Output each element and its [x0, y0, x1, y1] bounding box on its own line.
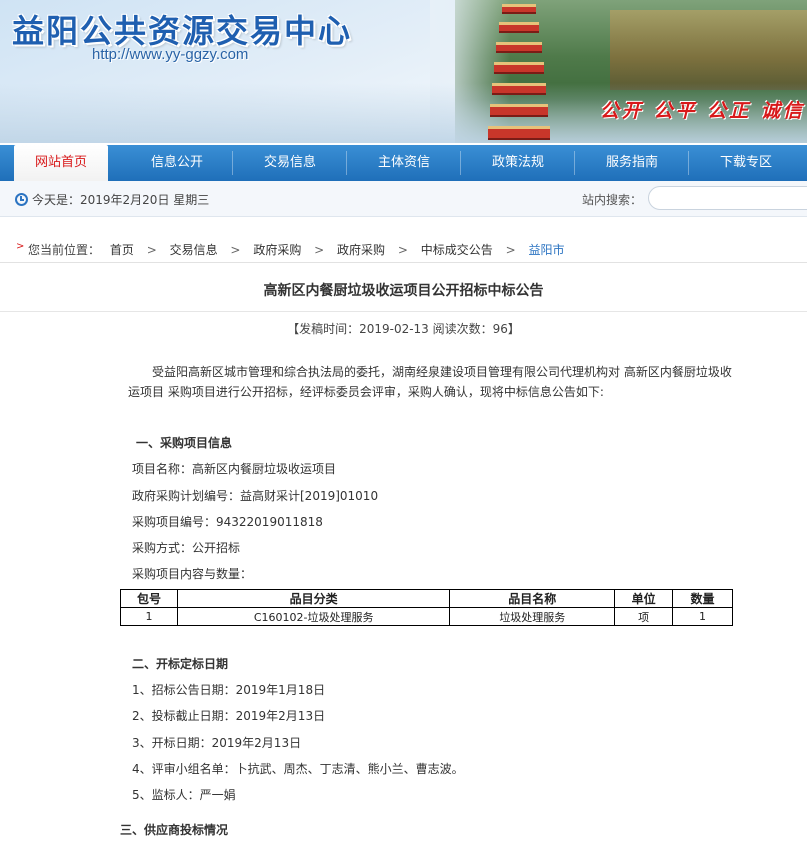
article-meta: 【发稿时间：2019-02-13 阅读次数：96】 [287, 322, 520, 336]
table-row: 1 C160102-垃圾处理服务 垃圾处理服务 项 1 [120, 607, 733, 626]
breadcrumb: > 您当前位置： 首页 > 交易信息 > 政府采购 > 政府采购 > 中标成交公… [0, 237, 807, 263]
nav-entity-credit[interactable]: 主体资信 [354, 145, 454, 181]
date-item: 3、开标日期：2019年2月13日 [132, 736, 302, 750]
breadcrumb-home[interactable]: 首页 [110, 241, 134, 258]
section2-title: 二、开标定标日期 [132, 657, 229, 671]
clock-icon [15, 193, 28, 206]
intro-paragraph: 受益阳高新区城市管理和综合执法局的委托，湖南经泉建设项目管理有限公司代理机构对 … [128, 365, 732, 399]
project-name: 项目名称：高新区内餐厨垃圾收运项目 [132, 462, 337, 476]
date-item: 1、招标公告日期：2019年1月18日 [132, 683, 326, 697]
date-item: 2、投标截止日期：2019年2月13日 [132, 709, 326, 723]
col-header-unit: 单位 [614, 589, 674, 608]
search-input[interactable] [648, 186, 807, 210]
chevron-right-icon: > [230, 243, 241, 257]
main-nav: 网站首页 信息公开 交易信息 主体资信 政策法规 服务指南 下载专区 [0, 143, 807, 183]
banner-roofs [610, 10, 807, 90]
cell-unit: 项 [614, 607, 674, 626]
cell-quantity: 1 [672, 607, 733, 626]
items-table: 包号 品目分类 品目名称 单位 数量 1 C160102-垃圾处理服务 垃圾处理… [120, 589, 733, 626]
section1-title: 一、采购项目信息 [136, 436, 233, 450]
pagoda-illustration [488, 0, 550, 143]
chevron-right-icon: > [505, 243, 516, 257]
chevron-right-icon: > [314, 243, 325, 257]
project-number: 采购项目编号：94322019011818 [132, 515, 323, 529]
site-url: http://www.yy-ggzy.com [92, 46, 249, 63]
nav-trade-info[interactable]: 交易信息 [240, 145, 340, 181]
date-item: 4、评审小组名单：卜抗武、周杰、丁志清、熊小兰、曹志波。 [132, 762, 464, 776]
today-date: 今天是：2019年2月20日 星期三 [32, 193, 210, 207]
cell-category: C160102-垃圾处理服务 [176, 607, 451, 626]
article-title: 高新区内餐厨垃圾收运项目公开招标中标公告 [263, 283, 544, 299]
breadcrumb-yiyang[interactable]: 益阳市 [529, 241, 565, 258]
table-header-row: 包号 品目分类 品目名称 单位 数量 [120, 589, 733, 608]
breadcrumb-marker-icon: > [16, 241, 25, 252]
section3-title: 三、供应商投标情况 [120, 823, 229, 837]
nav-downloads[interactable]: 下载专区 [696, 145, 796, 181]
nav-info-disclosure[interactable]: 信息公开 [127, 145, 227, 181]
col-header-package: 包号 [120, 589, 178, 608]
breadcrumb-prefix: 您当前位置： [28, 243, 101, 257]
breadcrumb-gov-procurement[interactable]: 政府采购 [253, 241, 301, 258]
breadcrumb-gov-procurement-2[interactable]: 政府采购 [337, 241, 385, 258]
date-item: 5、监标人：严一娟 [132, 788, 236, 802]
cell-package: 1 [120, 607, 178, 626]
chevron-right-icon: > [146, 243, 157, 257]
col-header-item-name: 品目名称 [449, 589, 616, 608]
nav-policies[interactable]: 政策法规 [468, 145, 568, 181]
breadcrumb-trade-info[interactable]: 交易信息 [170, 241, 218, 258]
content-label: 采购项目内容与数量： [132, 567, 253, 581]
col-header-category: 品目分类 [176, 589, 451, 608]
slogan: 公开 公平 公正 诚信 [600, 100, 805, 122]
chevron-right-icon: > [397, 243, 408, 257]
title-divider [0, 311, 807, 312]
nav-home[interactable]: 网站首页 [14, 145, 108, 183]
plan-number: 政府采购计划编号：益高财采计[2019]01010 [132, 489, 379, 503]
cell-item-name: 垃圾处理服务 [449, 607, 616, 626]
search-label: 站内搜索： [582, 193, 643, 207]
nav-service-guide[interactable]: 服务指南 [582, 145, 682, 181]
col-header-quantity: 数量 [672, 589, 733, 608]
procurement-method: 采购方式：公开招标 [132, 541, 241, 555]
breadcrumb-award-notices[interactable]: 中标成交公告 [421, 241, 493, 258]
site-banner: 益阳公共资源交易中心 http://www.yy-ggzy.com 公开 公平 … [0, 0, 807, 143]
